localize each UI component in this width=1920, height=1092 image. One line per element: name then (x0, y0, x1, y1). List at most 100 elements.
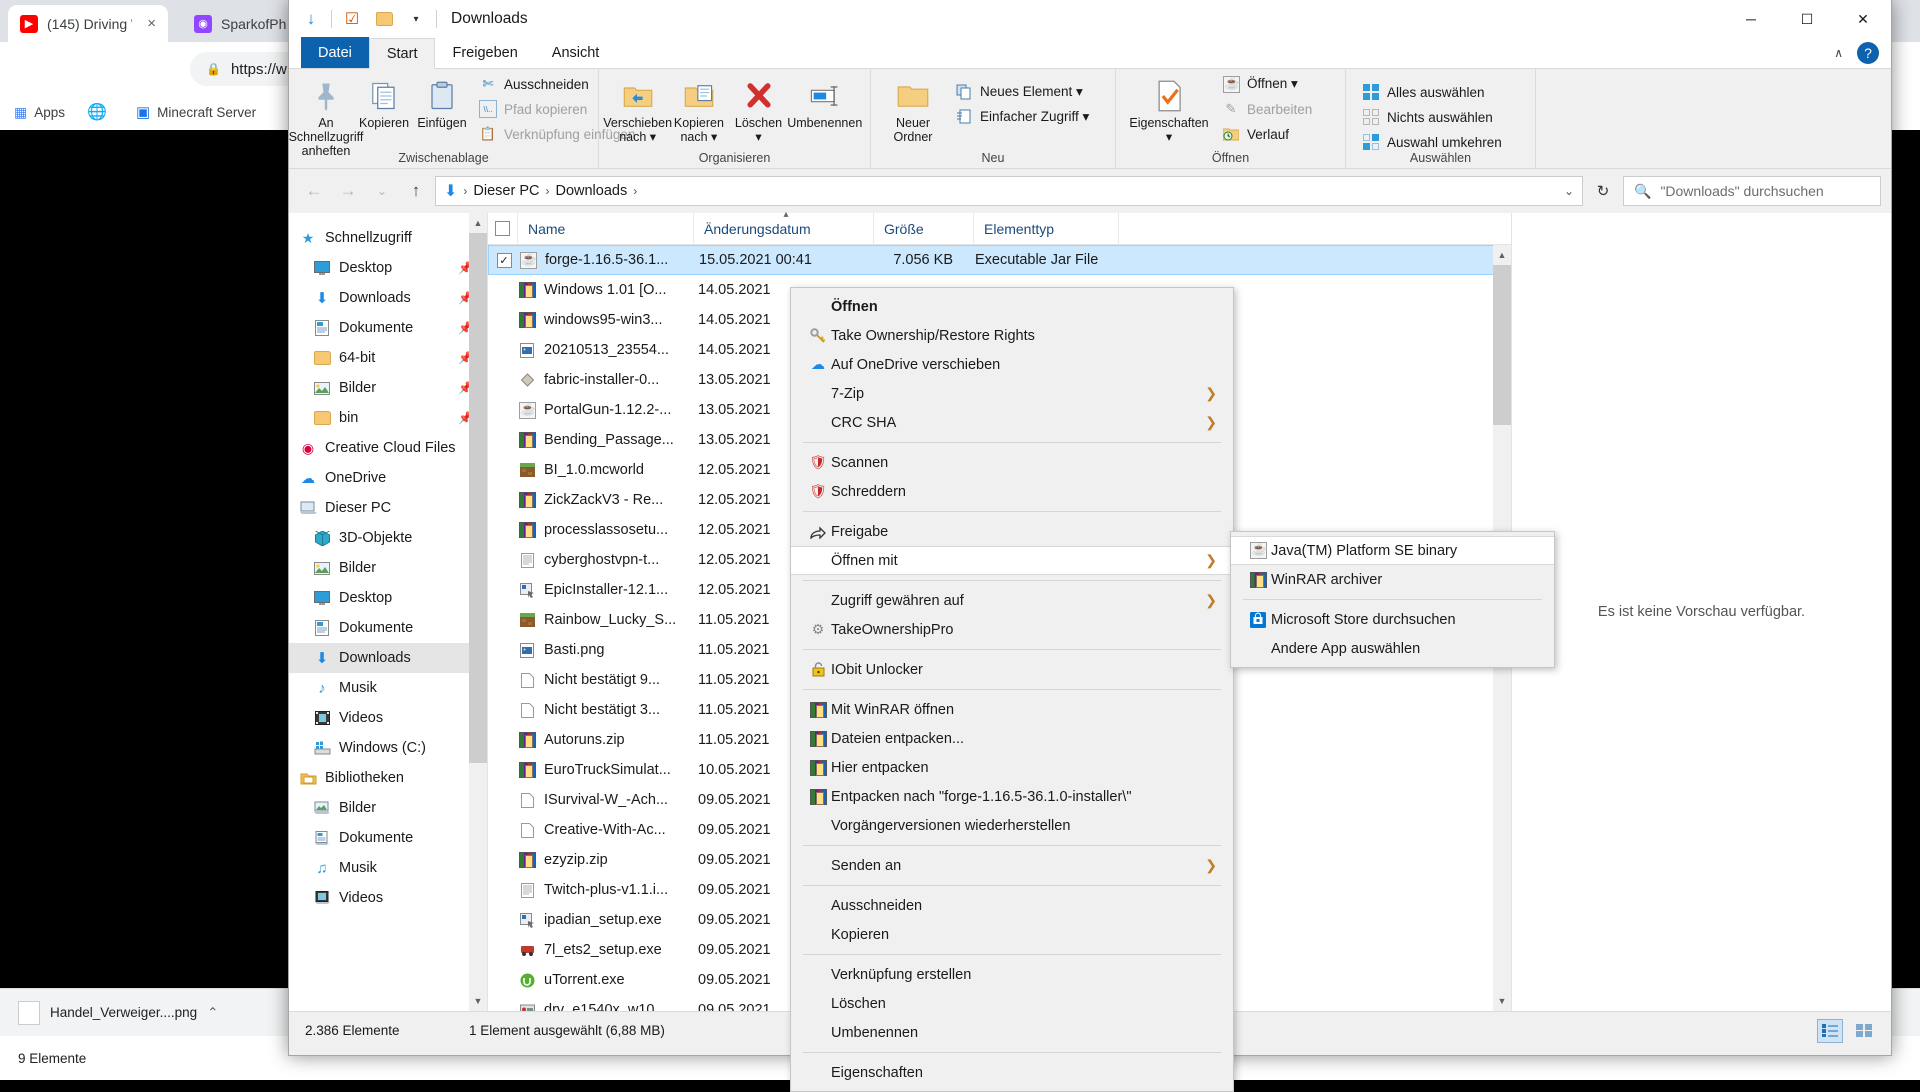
menu-item-verkn-pfung-erstellen[interactable]: Verknüpfung erstellen (791, 960, 1233, 989)
scrollbar-thumb[interactable] (1493, 265, 1511, 425)
downloads-icon[interactable]: ↓ (299, 7, 323, 31)
refresh-button[interactable]: ↻ (1587, 176, 1619, 206)
menu-item-umbenennen[interactable]: Umbenennen (791, 1018, 1233, 1047)
menu-item-ausschneiden[interactable]: Ausschneiden (791, 891, 1233, 920)
tab-datei[interactable]: Datei (301, 37, 369, 68)
sidebar-item-dokumente[interactable]: Dokumente (289, 613, 487, 643)
menu-item-dateien-entpacken[interactable]: Dateien entpacken... (791, 724, 1233, 753)
nav-back-button[interactable]: ← (299, 176, 329, 206)
chevron-down-icon[interactable]: ⌄ (1564, 184, 1574, 198)
menu-item-takeownershippro[interactable]: ⚙ TakeOwnershipPro (791, 615, 1233, 644)
menu-item-scannen[interactable]: 🛡 Scannen (791, 448, 1233, 477)
customize-qat-icon[interactable]: ▾ (404, 7, 428, 31)
sidebar-item-bibliotheken[interactable]: Bibliotheken (289, 763, 487, 793)
menu-item-eigenschaften[interactable]: Eigenschaften (791, 1058, 1233, 1087)
bookmark-minecraft-server[interactable]: ▣ Minecraft Server (136, 103, 256, 121)
menu-item-7-zip[interactable]: 7-Zip ❯ (791, 379, 1233, 408)
select-all-checkbox-header[interactable] (488, 212, 518, 245)
sidebar-item-desktop[interactable]: Desktop 📌 (289, 253, 487, 283)
sidebar-item-dokumente[interactable]: Dokumente 📌 (289, 313, 487, 343)
sidebar-item-onedrive[interactable]: ☁ OneDrive (289, 463, 487, 493)
help-icon[interactable]: ? (1857, 42, 1879, 64)
sidebar-item-dieser-pc[interactable]: Dieser PC (289, 493, 487, 523)
sidebar-item-bilder[interactable]: Bilder (289, 553, 487, 583)
menu-item-freigabe[interactable]: Freigabe (791, 517, 1233, 546)
paste-button[interactable]: Einfügen (413, 73, 471, 133)
menu-item-andere-app-ausw-hlen[interactable]: Andere App auswählen (1231, 634, 1554, 663)
edit-button[interactable]: ✎ Bearbeiten (1218, 98, 1316, 120)
sidebar-item-musik[interactable]: ♪ Musik (289, 673, 487, 703)
sidebar-item-bilder[interactable]: Bilder (289, 793, 487, 823)
properties-check-icon[interactable]: ☑ (340, 7, 364, 31)
maximize-button[interactable]: ☐ (1779, 0, 1835, 38)
bookmark-globe[interactable]: 🌐 (87, 102, 114, 122)
select-none-button[interactable]: Nichts auswählen (1358, 106, 1506, 128)
column-header-size[interactable]: Größe (874, 212, 974, 245)
tab-freigeben[interactable]: Freigeben (435, 37, 534, 68)
sidebar-item-bin[interactable]: bin 📌 (289, 403, 487, 433)
tab-ansicht[interactable]: Ansicht (535, 37, 617, 68)
sidebar-item-3d-objekte[interactable]: 3D-Objekte (289, 523, 487, 553)
large-icons-view-button[interactable] (1851, 1019, 1877, 1043)
open-button[interactable]: Öffnen ▾ (1218, 73, 1316, 95)
sidebar-item-downloads[interactable]: ⬇ Downloads 📌 (289, 283, 487, 313)
menu-item-zugriff-gew-hren-auf[interactable]: Zugriff gewähren auf ❯ (791, 586, 1233, 615)
menu-item-java-tm-platform-se-binary[interactable]: Java(TM) Platform SE binary (1231, 536, 1554, 565)
minimize-button[interactable]: ─ (1723, 0, 1779, 38)
scrollbar-thumb[interactable] (469, 233, 487, 763)
chevron-down-icon[interactable]: ⌃ (207, 1005, 218, 1021)
menu-item-mit-winrar-ffnen[interactable]: Mit WinRAR öffnen (791, 695, 1233, 724)
scroll-up-icon[interactable]: ▲ (1493, 245, 1511, 265)
details-view-button[interactable] (1817, 1018, 1843, 1043)
column-header-date[interactable]: ▴ Änderungsdatum (694, 209, 874, 245)
close-button[interactable]: ✕ (1835, 0, 1891, 38)
navigation-scrollbar[interactable]: ▲ ▼ (469, 213, 487, 1011)
menu-item-vorg-ngerversionen-wiederherstelle[interactable]: Vorgängerversionen wiederherstellen (791, 811, 1233, 840)
menu-item-ffnen[interactable]: Öffnen (791, 292, 1233, 321)
scroll-down-icon[interactable]: ▼ (1493, 991, 1511, 1011)
sidebar-item-bilder[interactable]: Bilder 📌 (289, 373, 487, 403)
breadcrumb-item-dieser-pc[interactable]: Dieser PC (473, 183, 539, 199)
nav-up-button[interactable]: ↑ (401, 176, 431, 206)
breadcrumb-sep[interactable]: › (633, 184, 637, 198)
sidebar-item-dokumente[interactable]: Dokumente (289, 823, 487, 853)
close-icon[interactable]: × (147, 15, 156, 32)
menu-item-microsoft-store-durchsuchen[interactable]: Microsoft Store durchsuchen (1231, 605, 1554, 634)
menu-item-schreddern[interactable]: 🛡 Schreddern (791, 477, 1233, 506)
sidebar-item-downloads[interactable]: ⬇ Downloads (289, 643, 487, 673)
copy-button[interactable]: Kopieren (355, 73, 413, 133)
sidebar-item-windows-c[interactable]: Windows (C:) (289, 733, 487, 763)
sidebar-item-schnellzugriff[interactable]: ★ Schnellzugriff (289, 223, 487, 253)
nav-forward-button[interactable]: → (333, 176, 363, 206)
sidebar-item-musik[interactable]: ♫ Musik (289, 853, 487, 883)
checkbox[interactable]: ✓ (496, 252, 512, 268)
menu-item-crc-sha[interactable]: CRC SHA ❯ (791, 408, 1233, 437)
column-header-type[interactable]: Elementtyp (974, 212, 1119, 245)
sidebar-item-videos[interactable]: Videos (289, 703, 487, 733)
menu-item-take-ownership-restore-rights[interactable]: Take Ownership/Restore Rights (791, 321, 1233, 350)
column-header-name[interactable]: Name (518, 212, 694, 245)
new-item-button[interactable]: Neues Element ▾ (951, 81, 1093, 103)
delete-button[interactable]: Löschen ▾ (730, 73, 788, 147)
copy-to-button[interactable]: Kopieren nach ▾ (668, 73, 729, 147)
menu-item-senden-an[interactable]: Senden an ❯ (791, 851, 1233, 880)
sidebar-item-videos[interactable]: Videos (289, 883, 487, 913)
breadcrumb-item-downloads[interactable]: Downloads (555, 183, 627, 199)
tab-start[interactable]: Start (368, 38, 436, 69)
new-folder-button[interactable]: Neuer Ordner (879, 73, 947, 147)
browser-tab-0[interactable]: ▶ (145) Driving Win × (8, 5, 168, 42)
menu-item-iobit-unlocker[interactable]: IObit Unlocker (791, 655, 1233, 684)
menu-item-l-schen[interactable]: Löschen (791, 989, 1233, 1018)
scroll-down-icon[interactable]: ▼ (469, 991, 487, 1011)
properties-button[interactable]: Eigenschaften ▾ (1124, 73, 1214, 147)
new-folder-icon[interactable] (372, 7, 396, 31)
menu-item-kopieren[interactable]: Kopieren (791, 920, 1233, 949)
breadcrumb[interactable]: ⬇ › Dieser PC › Downloads › ⌄ (435, 176, 1583, 206)
checkbox[interactable] (495, 221, 510, 236)
sidebar-item-creative-cloud-files[interactable]: ◉ Creative Cloud Files (289, 433, 487, 463)
sidebar-item-desktop[interactable]: Desktop (289, 583, 487, 613)
recent-locations-button[interactable]: ⌄ (367, 176, 397, 206)
rename-button[interactable]: Umbenennen (787, 73, 862, 133)
download-item[interactable]: Handel_Verweiger....png ⌃ (18, 1000, 218, 1025)
menu-item-auf-onedrive-verschieben[interactable]: ☁ Auf OneDrive verschieben (791, 350, 1233, 379)
